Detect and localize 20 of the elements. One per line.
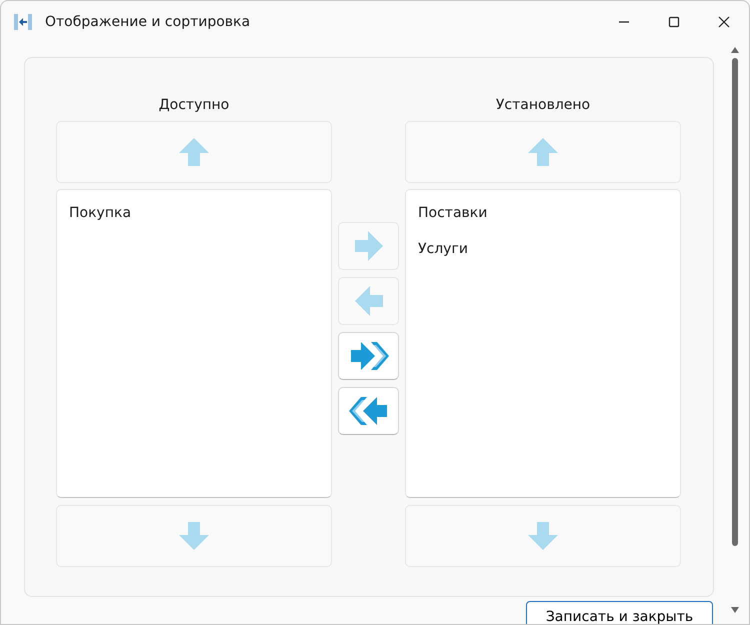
- maximize-icon: [668, 16, 680, 28]
- list-item[interactable]: Поставки: [418, 199, 668, 235]
- close-icon: [718, 16, 730, 28]
- double-arrow-right-icon: [348, 340, 388, 372]
- arrow-left-icon: [352, 285, 384, 317]
- move-all-right-button[interactable]: [338, 332, 399, 380]
- arrow-up-icon: [178, 136, 210, 168]
- list-item[interactable]: Покупка: [69, 199, 319, 235]
- window-title: Отображение и сортировка: [45, 12, 250, 32]
- double-arrow-left-icon: [348, 395, 388, 427]
- arrow-up-icon: [527, 136, 559, 168]
- app-icon: [13, 12, 33, 32]
- move-all-left-button[interactable]: [338, 387, 399, 435]
- arrow-down-icon: [527, 520, 559, 552]
- arrow-right-icon: [352, 230, 384, 262]
- list-header: Установлено: [494, 96, 592, 115]
- list-header: Доступно: [158, 96, 230, 115]
- arrow-down-icon: [178, 520, 210, 552]
- save-and-close-button[interactable]: Записать и закрыть: [526, 601, 713, 624]
- list-item[interactable]: Услуги: [418, 235, 668, 271]
